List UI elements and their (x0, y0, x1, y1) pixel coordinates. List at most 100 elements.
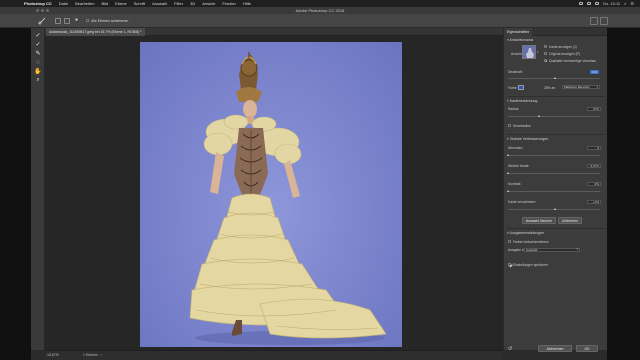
radius-slider[interactable] (508, 115, 600, 117)
brush-icon[interactable]: ✎ (34, 50, 42, 58)
view-mode-thumbnail[interactable] (522, 45, 536, 59)
left-desktop-strip (0, 28, 31, 360)
contrast-slider-thumb[interactable] (507, 190, 509, 192)
remember-settings-checkbox[interactable] (508, 263, 511, 266)
invert-button[interactable]: Umkehren (558, 217, 582, 224)
menu-app-name[interactable]: Photoshop CC (24, 0, 52, 7)
output-to-label: Ausgabe in: (508, 248, 526, 252)
high-quality-preview-radio[interactable] (544, 59, 547, 62)
menu-filter[interactable]: Filter (174, 0, 183, 7)
screen: Photoshop CC Datei Bearbeiten Bild Ebene… (0, 0, 640, 360)
shift-edge-value[interactable]: +1% (587, 200, 601, 204)
menu-bild[interactable]: Bild (101, 0, 108, 7)
menu-3d[interactable]: 3D (190, 0, 195, 7)
display-icon[interactable] (579, 2, 584, 5)
divider (507, 228, 605, 229)
menubar-clock[interactable]: Do. 10:11 (603, 0, 620, 7)
smooth-slider[interactable] (507, 154, 600, 156)
high-quality-preview-label: Qualitativ hochwertige Vorschau (549, 59, 597, 63)
brush-size-icon[interactable]: ● (75, 17, 81, 23)
refine-edge-brush-icon[interactable] (38, 17, 46, 25)
remember-settings-label: Einstellungen speichern (513, 263, 549, 267)
feather-slider[interactable] (507, 172, 600, 174)
document-image[interactable] (140, 42, 402, 347)
zoom-readout[interactable]: 15,67% (47, 353, 59, 357)
battery-icon[interactable] (595, 2, 600, 5)
contrast-slider[interactable] (507, 190, 600, 192)
menu-hilfe[interactable]: Hilfe (243, 0, 251, 7)
opacity-slider[interactable] (508, 77, 600, 79)
canvas-area[interactable] (45, 36, 503, 350)
show-original-label: Original anzeigen (P) (549, 52, 580, 56)
color-mode-select[interactable]: Maskierte Bereiche (562, 85, 600, 89)
color-label: Farbe: (508, 86, 518, 90)
search-icon[interactable] (590, 17, 598, 25)
spotlight-icon[interactable]: ⌕ (624, 0, 626, 7)
color-swatch[interactable] (518, 85, 524, 90)
ok-button[interactable]: OK (576, 345, 598, 352)
contrast-value[interactable]: 0% (587, 182, 601, 186)
refine-edge-brush-icon[interactable]: ✓ (34, 41, 42, 49)
smooth-value[interactable]: 0 (587, 146, 601, 150)
opacity-slider-thumb[interactable] (554, 77, 556, 79)
menubar-status-area: Do. 10:11 ⌕ ☰ (579, 0, 634, 7)
menu-ebene[interactable]: Ebene (115, 0, 127, 7)
contrast-label: Kontrast: (508, 182, 522, 186)
properties-panel: Eigenschaften Ansichtsmodus Ansicht: ▾ K… (503, 28, 608, 352)
show-original-radio[interactable] (544, 52, 547, 55)
feather-value[interactable]: 0,0 Px (587, 164, 601, 168)
menu-schrift[interactable]: Schrift (134, 0, 145, 7)
macos-menubar: Photoshop CC Datei Bearbeiten Bild Ebene… (0, 0, 640, 7)
show-edge-label: Kante anzeigen (J) (549, 45, 577, 49)
view-mode-header[interactable]: Ansichtsmodus (507, 38, 534, 42)
zoom-icon[interactable]: ⌕ (34, 76, 42, 84)
quick-selection-icon[interactable]: ✓ (34, 32, 42, 40)
opacity-value[interactable]: 100 (590, 70, 599, 74)
status-bar: 15,67% 1 Ebenen › (45, 350, 503, 360)
edge-detection-header[interactable]: Kantenerkennung (507, 99, 538, 103)
menu-bearbeiten[interactable]: Bearbeiten (75, 0, 94, 7)
view-label: Ansicht: (511, 52, 523, 56)
color-opacity-text[interactable]: 25% an (544, 86, 555, 90)
output-settings-header[interactable]: Ausgabeeinstellungen (507, 231, 544, 235)
feather-slider-thumb[interactable] (507, 172, 509, 174)
status-arrow-icon[interactable]: › (101, 353, 102, 357)
right-desktop-strip (607, 28, 640, 360)
decontaminate-colors-label: Farben dekontaminieren (513, 240, 549, 244)
menu-list-icon[interactable]: ☰ (630, 0, 634, 7)
menu-datei[interactable]: Datei (59, 0, 68, 7)
show-edge-radio[interactable] (544, 45, 547, 48)
smooth-slider-thumb[interactable] (507, 154, 509, 156)
feather-label: Weiche Kante: (508, 164, 530, 168)
smart-radius-checkbox[interactable] (508, 124, 511, 127)
sample-all-layers-checkbox[interactable] (86, 19, 89, 22)
global-refinements-header[interactable]: Globale Verbesserungen (507, 137, 549, 141)
radius-slider-thumb[interactable] (538, 115, 540, 117)
hand-icon[interactable]: ✋ (34, 68, 42, 76)
view-mode-dropdown-icon[interactable]: ▾ (537, 50, 539, 54)
tab-properties[interactable]: Eigenschaften (504, 28, 533, 36)
brush-subtract-mode-icon[interactable] (64, 18, 70, 24)
wifi-icon[interactable] (587, 2, 592, 5)
reset-icon[interactable]: ↺ (508, 346, 514, 352)
document-tab-bar: Adobestock_111559517.jpeg bei 15,7% (Ebe… (45, 28, 503, 36)
smooth-label: Abrunden: (508, 146, 524, 150)
output-to-select[interactable]: Auswahl (524, 247, 580, 252)
radius-value[interactable]: 0 Px (587, 107, 601, 111)
menu-ansicht[interactable]: Ansicht (202, 0, 215, 7)
window-title: Adobe Photoshop CC 2018 (295, 8, 345, 13)
shift-edge-slider[interactable] (508, 208, 600, 210)
workspace-icon[interactable] (600, 17, 608, 25)
lasso-icon[interactable]: ◌ (34, 59, 42, 67)
document-tab[interactable]: Adobestock_111559517.jpeg bei 15,7% (Ebe… (46, 28, 145, 36)
shift-edge-slider-thumb[interactable] (554, 208, 556, 210)
clear-selection-button[interactable]: Auswahl löschen (522, 217, 556, 224)
tools-panel: ✓ ✓ ✎ ◌ ✋ ⌕ (31, 28, 45, 350)
menu-fenster[interactable]: Fenster (222, 0, 236, 7)
options-bar: ● Alle Ebenen aufnehmen (0, 14, 640, 28)
cancel-button[interactable]: Abbrechen (538, 345, 572, 352)
opacity-label: Deckkraft: (508, 70, 523, 74)
decontaminate-colors-checkbox[interactable] (508, 240, 511, 243)
menu-auswahl[interactable]: Auswahl (152, 0, 167, 7)
brush-add-mode-icon[interactable] (55, 18, 61, 24)
